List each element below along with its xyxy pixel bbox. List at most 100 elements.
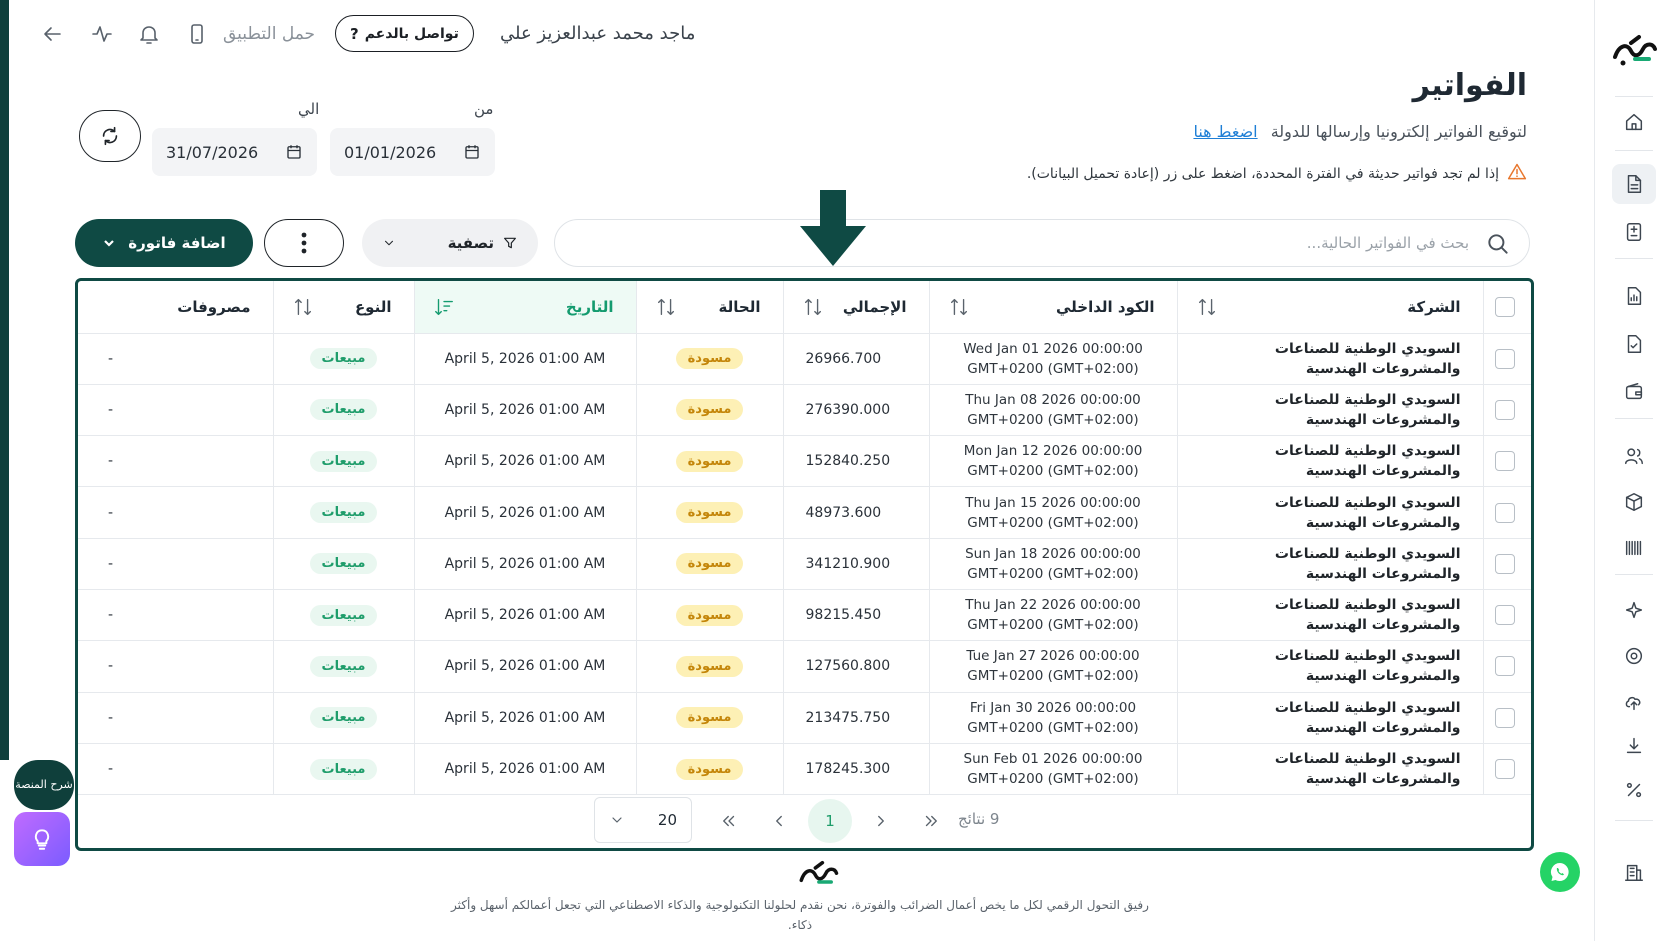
previous-page-icon[interactable] (766, 808, 792, 834)
row-checkbox[interactable] (1495, 451, 1515, 472)
brand-logo[interactable] (1605, 30, 1663, 72)
whatsapp-chat-button[interactable] (1540, 852, 1580, 892)
table-row[interactable]: السويدي الوطنية للصناعات والمشروعات الهن… (78, 538, 1531, 590)
row-checkbox[interactable] (1495, 348, 1515, 369)
sidebar-item-company[interactable] (1612, 852, 1656, 892)
left-accent-strip (0, 0, 9, 760)
next-page-icon[interactable] (868, 808, 894, 834)
footer-tagline: رفيق التحول الرقمي لكل ما يخص أعمال الضر… (451, 898, 1149, 932)
column-total[interactable]: الإجمالي (782, 281, 929, 334)
row-checkbox[interactable] (1495, 399, 1515, 420)
sidebar-item-calculator[interactable] (1612, 212, 1656, 252)
platform-guide-tag[interactable]: شرح المنصة (14, 760, 74, 810)
filter-button[interactable]: تصفية (362, 219, 538, 267)
table-row[interactable]: السويدي الوطنية للصناعات والمشروعات الهن… (78, 486, 1531, 539)
column-status[interactable]: الحالة (635, 281, 783, 334)
reload-data-button[interactable] (79, 110, 141, 162)
sidebar-item-documents[interactable] (1612, 324, 1656, 364)
search-input[interactable] (609, 231, 1469, 255)
cell-date: April 5, 2026 01:00 AM (413, 435, 636, 488)
search-icon[interactable] (1485, 231, 1511, 261)
table-row[interactable]: السويدي الوطنية للصناعات والمشروعات الهن… (78, 384, 1531, 437)
sign-invoices-link[interactable]: اضغط هنا (1193, 122, 1257, 141)
sidebar-item-reports[interactable] (1612, 276, 1656, 316)
sidebar-item-ai[interactable] (1612, 590, 1656, 630)
subtitle-text: لتوقيع الفواتير إلكترونيا وإرسالها للدول… (1270, 122, 1527, 141)
mobile-phone-icon[interactable] (183, 20, 211, 48)
row-checkbox[interactable] (1495, 553, 1515, 574)
column-type[interactable]: النوع (272, 281, 414, 334)
column-date[interactable]: التاريخ (413, 281, 636, 334)
sort-descending-icon[interactable] (433, 296, 455, 322)
sidebar-item-wallet[interactable] (1612, 372, 1656, 412)
cell-internal-code: Thu Jan 22 2026 00:00:00 GMT+0200 (GMT+0… (928, 589, 1177, 642)
row-checkbox[interactable] (1495, 605, 1515, 626)
sort-arrows-icon[interactable] (292, 296, 314, 322)
cell-status: مسودة (635, 743, 783, 796)
sidebar-item-download[interactable] (1612, 726, 1656, 766)
sidebar-divider (1615, 820, 1653, 821)
cell-date: April 5, 2026 01:00 AM (413, 333, 636, 385)
activity-icon[interactable] (88, 20, 116, 48)
page-size-select[interactable]: 20 (594, 797, 692, 843)
first-page-icon[interactable] (716, 808, 742, 834)
row-checkbox[interactable] (1495, 656, 1515, 677)
table-row[interactable]: السويدي الوطنية للصناعات والمشروعات الهن… (78, 435, 1531, 488)
contact-support-button[interactable]: ? تواصل بالدعم (335, 15, 474, 52)
row-select-cell (1482, 435, 1531, 488)
sidebar-item-products[interactable] (1612, 482, 1656, 522)
current-page-button[interactable]: 1 (808, 799, 852, 843)
select-all-cell (1482, 281, 1531, 334)
row-checkbox[interactable] (1495, 502, 1515, 523)
row-checkbox[interactable] (1495, 707, 1515, 728)
cell-type: مبيعات (272, 692, 414, 744)
cell-company: السويدي الوطنية للصناعات والمشروعات الهن… (1176, 743, 1483, 796)
sidebar-item-invoices[interactable] (1612, 164, 1656, 204)
sort-arrows-icon[interactable] (802, 296, 824, 322)
notification-bell-icon[interactable] (135, 20, 163, 48)
row-select-cell (1482, 486, 1531, 539)
cell-total: 26966.700 (782, 333, 929, 385)
sidebar-item-upload[interactable] (1612, 682, 1656, 722)
pagination: 9 نتائج 1 20 (78, 794, 1531, 848)
chevron-down-icon (384, 240, 394, 246)
cell-type: مبيعات (272, 384, 414, 437)
table-row[interactable]: السويدي الوطنية للصناعات والمشروعات الهن… (78, 692, 1531, 744)
back-arrow-icon[interactable] (38, 20, 66, 48)
sort-arrows-icon[interactable] (1196, 296, 1218, 322)
select-all-checkbox[interactable] (1495, 296, 1515, 317)
more-options-button[interactable] (264, 219, 344, 267)
last-page-icon[interactable] (918, 808, 944, 834)
building-icon (1625, 864, 1643, 881)
row-checkbox[interactable] (1495, 759, 1515, 780)
from-date-picker[interactable]: 01/01/2026 (330, 128, 495, 176)
sort-arrows-icon[interactable] (948, 296, 970, 322)
cell-company: السويدي الوطنية للصناعات والمشروعات الهن… (1176, 435, 1483, 488)
download-app-link[interactable]: حمل التطبيق (223, 24, 315, 44)
cell-internal-code: Fri Jan 30 2026 00:00:00 GMT+0200 (GMT+0… (928, 692, 1177, 744)
sidebar-item-users[interactable] (1612, 436, 1656, 476)
row-select-cell (1482, 692, 1531, 744)
tips-button[interactable] (14, 812, 70, 866)
sort-arrows-icon[interactable] (655, 296, 677, 322)
table-row[interactable]: السويدي الوطنية للصناعات والمشروعات الهن… (78, 589, 1531, 642)
cell-internal-code: Wed Jan 01 2026 00:00:00 GMT+0200 (GMT+0… (928, 333, 1177, 385)
sidebar-item-barcode[interactable] (1612, 528, 1656, 568)
wallet-icon (1625, 383, 1643, 400)
table-row[interactable]: السويدي الوطنية للصناعات والمشروعات الهن… (78, 333, 1531, 385)
type-badge: مبيعات (309, 553, 378, 575)
column-internal-code[interactable]: الكود الداخلي (928, 281, 1177, 334)
add-invoice-button[interactable]: اضافة فاتورة (75, 219, 253, 267)
sidebar-item-taxes[interactable] (1612, 770, 1656, 810)
table-row[interactable]: السويدي الوطنية للصناعات والمشروعات الهن… (78, 640, 1531, 693)
cell-company: السويدي الوطنية للصناعات والمشروعات الهن… (1176, 640, 1483, 693)
status-badge: مسودة (675, 502, 744, 524)
pointer-arrow-icon (800, 190, 866, 266)
home-icon (1625, 113, 1643, 131)
sidebar-item-settings[interactable] (1612, 636, 1656, 676)
to-date-picker[interactable]: 31/07/2026 (152, 128, 317, 176)
column-company[interactable]: الشركة (1176, 281, 1483, 334)
cell-date: April 5, 2026 01:00 AM (413, 640, 636, 693)
sidebar-item-home[interactable] (1612, 102, 1656, 142)
table-row[interactable]: السويدي الوطنية للصناعات والمشروعات الهن… (78, 743, 1531, 796)
